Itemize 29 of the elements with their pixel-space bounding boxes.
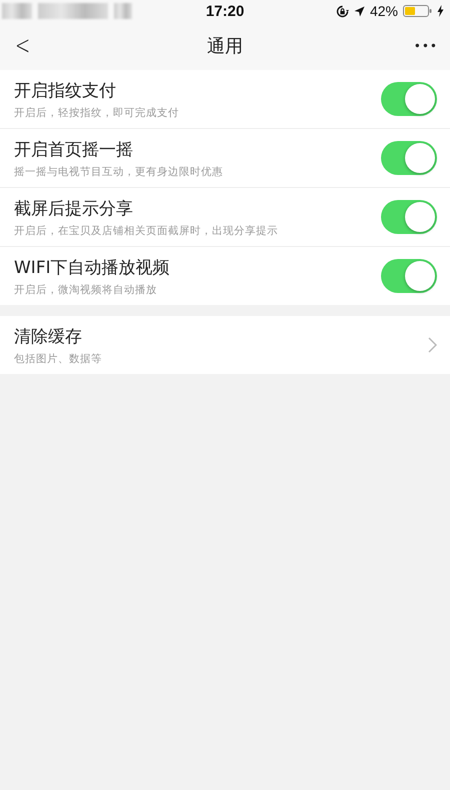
settings-row[interactable]: 开启首页摇一摇 摇一摇与电视节目互动，更有身边限时优惠 xyxy=(0,128,450,187)
setting-description: 开启后，微淘视频将自动播放 xyxy=(14,282,158,296)
settings-row[interactable]: WIFI下自动播放视频 开启后，微淘视频将自动播放 xyxy=(0,246,450,305)
toggle-switch[interactable] xyxy=(381,259,437,293)
setting-title: 开启指纹支付 xyxy=(14,80,117,102)
settings-row[interactable]: 开启指纹支付 开启后，轻按指纹，即可完成支付 xyxy=(0,70,450,128)
settings-row[interactable]: 截屏后提示分享 开启后，在宝贝及店铺相关页面截屏时，出现分享提示 xyxy=(0,187,450,246)
chevron-right-icon xyxy=(428,337,437,353)
setting-description: 包括图片、数据等 xyxy=(14,352,102,366)
location-arrow-icon xyxy=(354,6,365,16)
toggle-switch[interactable] xyxy=(381,141,437,175)
setting-description: 摇一摇与电视节目互动，更有身边限时优惠 xyxy=(14,164,223,178)
setting-title: 截屏后提示分享 xyxy=(14,198,134,220)
rotation-lock-icon xyxy=(336,4,349,18)
setting-description: 开启后，在宝贝及店铺相关页面截屏时，出现分享提示 xyxy=(14,224,278,238)
setting-description: 开启后，轻按指纹，即可完成支付 xyxy=(14,106,179,120)
battery-percent: 42% xyxy=(370,3,398,19)
back-button[interactable]: < xyxy=(15,33,29,59)
charging-bolt-icon xyxy=(437,5,444,17)
setting-title: 开启首页摇一摇 xyxy=(14,138,134,160)
setting-title: 清除缓存 xyxy=(14,326,83,348)
page-title: 通用 xyxy=(207,35,243,58)
settings-row[interactable]: 清除缓存 包括图片、数据等 xyxy=(0,316,450,374)
more-button[interactable]: ••• xyxy=(414,39,438,53)
toggle-switch[interactable] xyxy=(381,82,437,116)
toggle-switch[interactable] xyxy=(381,200,437,234)
battery-icon xyxy=(403,5,432,17)
status-time: 17:20 xyxy=(206,2,244,20)
setting-title: WIFI下自动播放视频 xyxy=(14,256,170,278)
